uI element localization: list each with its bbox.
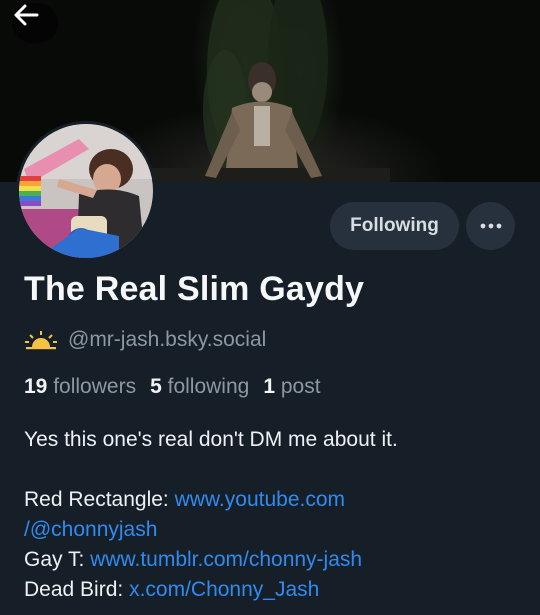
followers-count: 19 [24, 375, 48, 398]
posts-stat: 1 post [263, 375, 320, 399]
tumblr-link[interactable]: www.tumblr.com/chonny-jash [90, 548, 362, 571]
bio-link-row-youtube: Red Rectangle: www.youtube.com [24, 485, 524, 515]
youtube-link-continued[interactable]: /@chonnyjash [24, 518, 157, 541]
following-button[interactable]: Following [330, 202, 459, 250]
posts-count: 1 [263, 375, 276, 398]
avatar-photo [19, 124, 153, 258]
bio-link-row-youtube-cont: /@chonnyjash [24, 515, 524, 545]
followers-label: followers [53, 375, 137, 398]
arrow-left-icon [14, 4, 39, 26]
bio-link-label: Gay T: [24, 548, 91, 571]
avatar[interactable] [16, 121, 156, 261]
following-button-label: Following [350, 215, 439, 236]
back-button[interactable] [12, 3, 58, 43]
x-link[interactable]: x.com/Chonny_Jash [129, 578, 319, 601]
ellipsis-icon [480, 223, 501, 229]
handle-row: @mr-jash.bsky.social [24, 328, 266, 352]
posts-label: post [280, 375, 321, 398]
profile-bio: Yes this one's real don't DM me about it… [24, 425, 524, 605]
bio-link-label: Red Rectangle: [24, 488, 175, 511]
following-stat[interactable]: 5 following [150, 375, 249, 399]
bio-link-label: Dead Bird: [24, 578, 130, 601]
display-name: The Real Slim Gaydy [24, 270, 365, 308]
handle: @mr-jash.bsky.social [68, 328, 267, 351]
following-label: following [167, 375, 250, 398]
followers-stat[interactable]: 19 followers [24, 375, 136, 399]
more-options-button[interactable] [466, 202, 515, 250]
following-count: 5 [150, 375, 162, 398]
sun-icon [25, 331, 57, 350]
bio-line: Yes this one's real don't DM me about it… [24, 428, 398, 451]
profile-stats: 19 followers 5 following 1 post [24, 375, 321, 399]
youtube-link[interactable]: www.youtube.com [175, 488, 345, 511]
bio-link-row-tumblr: Gay T: www.tumblr.com/chonny-jash [24, 545, 524, 575]
bio-link-row-x: Dead Bird: x.com/Chonny_Jash [24, 575, 524, 605]
